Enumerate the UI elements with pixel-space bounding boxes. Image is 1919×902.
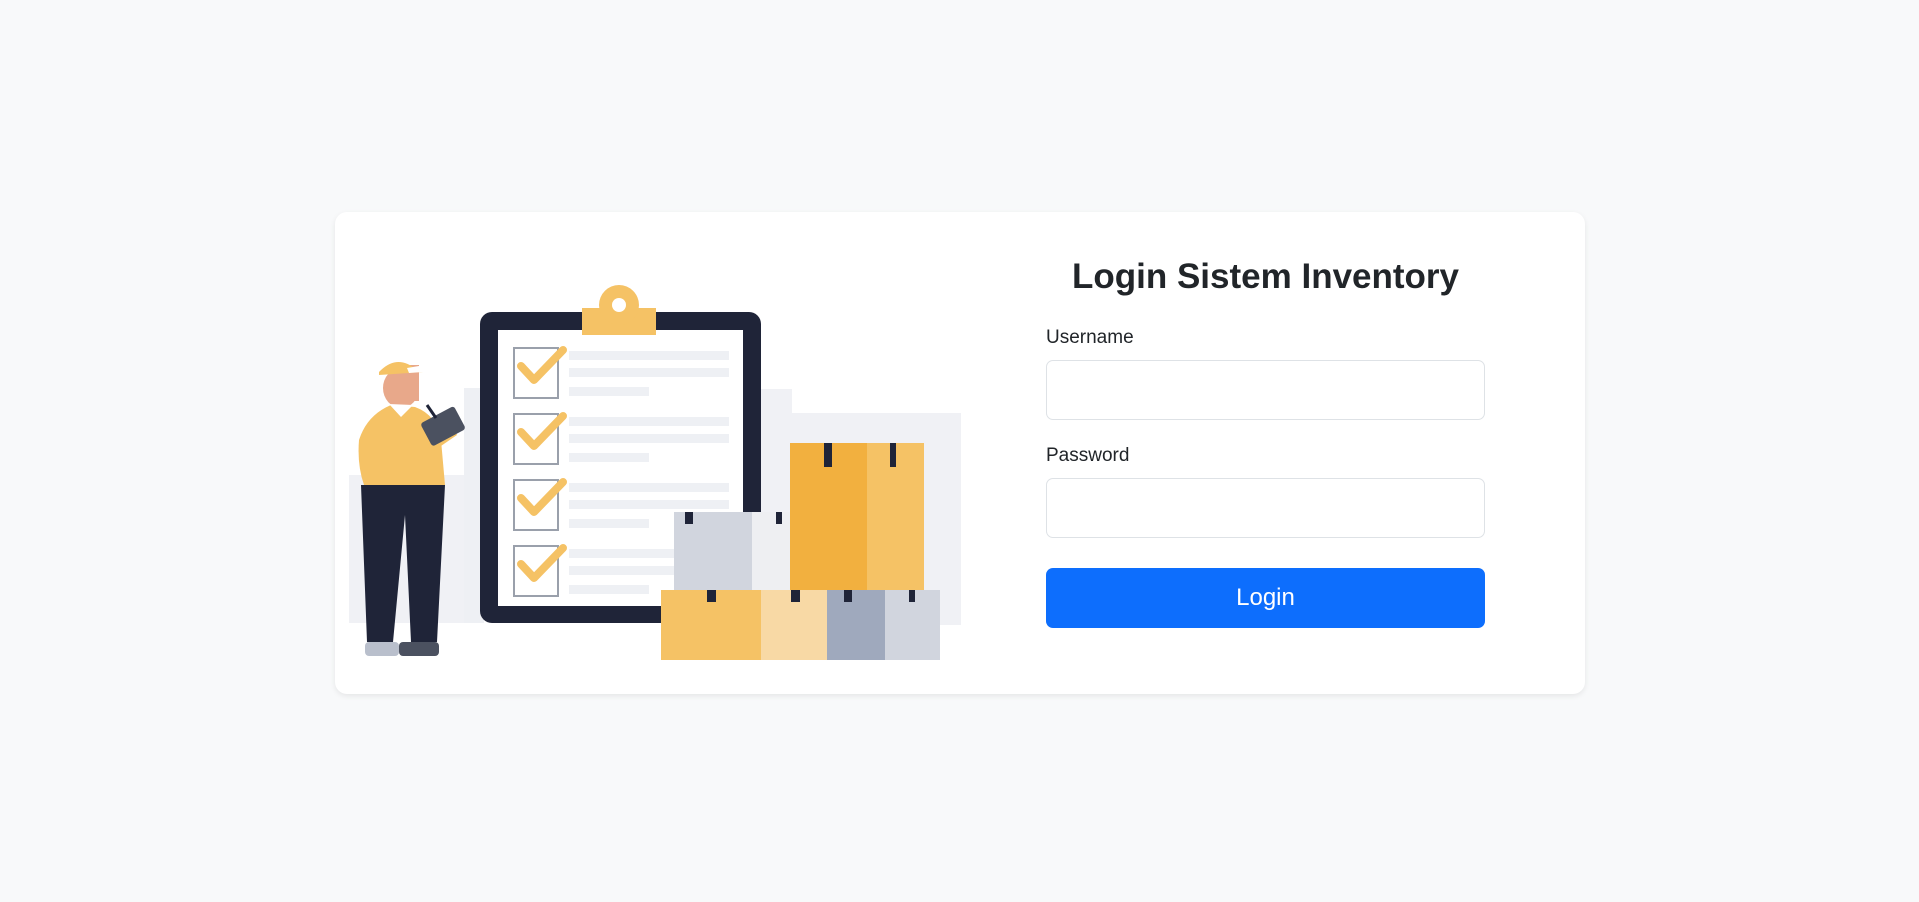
login-card: Login Sistem Inventory Username Password… xyxy=(335,212,1585,694)
username-input[interactable] xyxy=(1046,360,1485,420)
username-label: Username xyxy=(1046,327,1134,348)
login-form: Login Sistem Inventory Username Password… xyxy=(1046,252,1485,628)
login-button[interactable]: Login xyxy=(1046,568,1485,628)
page-title: Login Sistem Inventory xyxy=(1072,257,1459,296)
password-label: Password xyxy=(1046,445,1130,466)
password-input[interactable] xyxy=(1046,478,1485,538)
inventory-illustration xyxy=(349,285,961,660)
